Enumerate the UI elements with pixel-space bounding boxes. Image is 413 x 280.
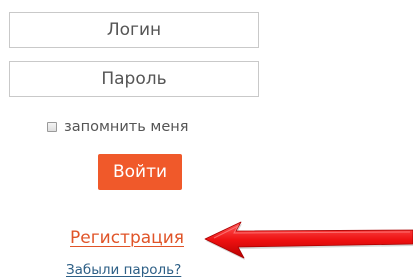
remember-me-checkbox[interactable]: запомнить меня: [47, 117, 188, 137]
remember-me-label: запомнить меня: [64, 119, 189, 135]
login-page: запомнить меня Войти Регистрация Забыли …: [0, 0, 413, 280]
login-button[interactable]: Войти: [98, 154, 182, 190]
checkbox-icon[interactable]: [47, 122, 57, 132]
login-input[interactable]: [9, 12, 259, 48]
password-input[interactable]: [9, 61, 259, 97]
forgot-password-link[interactable]: Забыли пароль?: [66, 262, 181, 278]
register-link[interactable]: Регистрация: [70, 228, 184, 248]
